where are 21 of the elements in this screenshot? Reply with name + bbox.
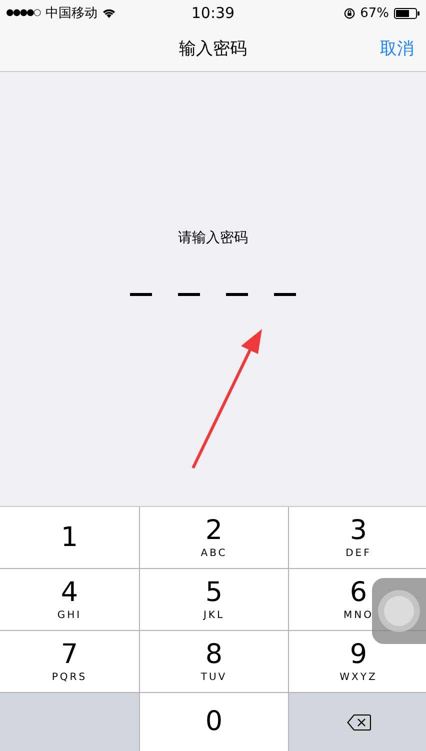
- keypad-key[interactable]: 8 TUV: [140, 631, 288, 692]
- passcode-prompt: 请输入密码: [178, 229, 248, 247]
- keypad-key[interactable]: 2 ABC: [140, 507, 288, 568]
- keypad-key[interactable]: 4 GHI: [0, 569, 139, 630]
- keypad-key[interactable]: 1: [0, 507, 139, 568]
- battery-percent: 67%: [360, 6, 389, 20]
- keypad-key[interactable]: 3 DEF: [289, 507, 426, 568]
- keypad-key[interactable]: 5 JKL: [140, 569, 288, 630]
- rotation-lock-icon: [344, 8, 356, 18]
- keypad-key[interactable]: 7 PQRS: [0, 631, 139, 692]
- carrier-name: 中国移动: [45, 5, 98, 22]
- status-time: 10:39: [191, 4, 235, 22]
- keypad-key[interactable]: 0: [140, 693, 288, 751]
- keypad-key[interactable]: 9 WXYZ: [289, 631, 426, 692]
- wifi-icon: [102, 8, 116, 18]
- delete-key[interactable]: [289, 693, 426, 751]
- signal-dots: ●●●●○: [6, 8, 40, 18]
- backspace-icon: [346, 714, 370, 730]
- page-title: 输入密码: [179, 38, 247, 60]
- battery-icon: [394, 8, 420, 18]
- assistive-touch-button[interactable]: [372, 578, 426, 644]
